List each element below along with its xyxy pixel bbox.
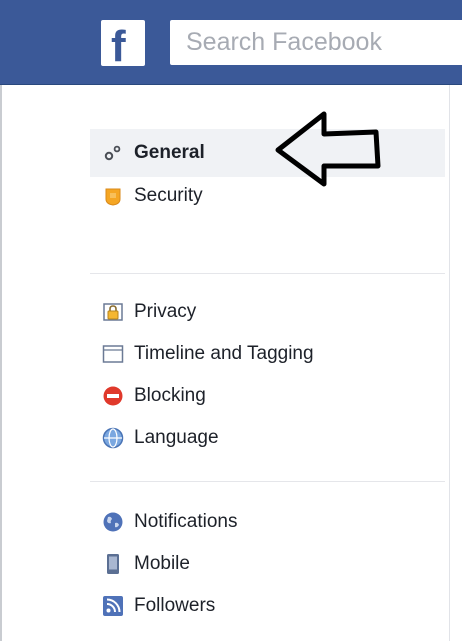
sidebar-item-security[interactable]: Security [102, 179, 203, 213]
sidebar-item-general[interactable]: General [102, 136, 205, 170]
padlock-icon [102, 301, 124, 323]
rss-icon [102, 595, 124, 617]
sidebar-item-mobile[interactable]: Mobile [102, 547, 190, 581]
globe-icon [102, 427, 124, 449]
sidebar-item-label: General [134, 142, 205, 163]
sidebar-item-label: Followers [134, 595, 216, 616]
mobile-icon [102, 553, 124, 575]
blocking-icon [102, 385, 124, 407]
settings-group-privacy: Privacy Timeline and Tagging Blocking La… [90, 273, 445, 482]
sidebar-item-label: Notifications [134, 511, 238, 532]
search-box[interactable] [170, 20, 462, 65]
sidebar-item-timeline-and-tagging[interactable]: Timeline and Tagging [102, 337, 314, 371]
sidebar-item-label: Timeline and Tagging [134, 343, 314, 364]
world-icon [102, 511, 124, 533]
left-arrow-annotation-icon [275, 111, 381, 187]
sidebar-item-label: Mobile [134, 553, 190, 574]
sidebar-item-label: Language [134, 427, 219, 448]
search-input[interactable] [170, 20, 462, 65]
sidebar-item-label: Security [134, 185, 203, 206]
sidebar-item-label: Privacy [134, 301, 197, 322]
shield-badge-icon [102, 185, 124, 207]
sidebar-item-label: Blocking [134, 385, 206, 406]
sidebar-item-notifications[interactable]: Notifications [102, 505, 238, 539]
facebook-logo[interactable]: f [101, 20, 145, 66]
top-navigation-bar: f [0, 0, 462, 85]
settings-group-notifications: Notifications Mobile Followers [90, 481, 445, 641]
sidebar-item-blocking[interactable]: Blocking [102, 379, 206, 413]
facebook-logo-letter: f [111, 22, 126, 66]
sidebar-item-followers[interactable]: Followers [102, 589, 215, 623]
timeline-icon [102, 343, 124, 365]
sidebar-item-language[interactable]: Language [102, 421, 219, 455]
gears-icon [102, 142, 124, 164]
sidebar-item-privacy[interactable]: Privacy [102, 295, 196, 329]
